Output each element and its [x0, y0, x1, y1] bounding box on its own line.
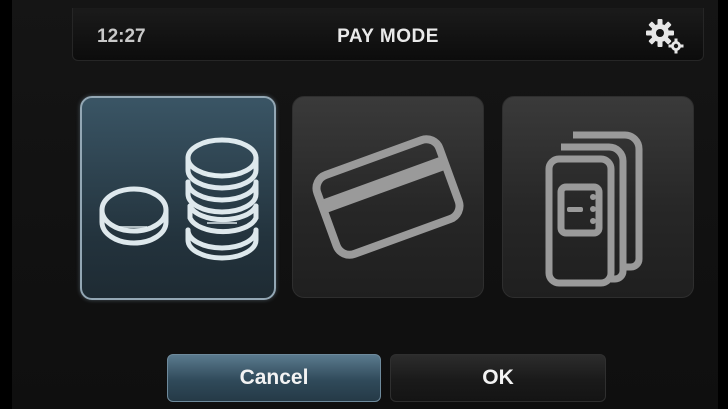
header-bar: 12:27 PAY MODE — [72, 8, 704, 61]
pay-option-coins[interactable] — [80, 96, 276, 300]
ok-button[interactable]: OK — [390, 354, 606, 402]
pay-mode-screen: 12:27 PAY MODE Cancel OK — [12, 0, 718, 409]
coins-icon — [99, 137, 259, 261]
page-title: PAY MODE — [337, 26, 439, 47]
cancel-button[interactable]: Cancel — [167, 354, 381, 402]
pay-option-voucher[interactable] — [502, 96, 694, 298]
voucher-icon — [545, 131, 643, 287]
pay-option-card[interactable] — [292, 96, 484, 298]
credit-card-icon — [312, 135, 464, 259]
gears-icon[interactable] — [645, 17, 685, 55]
